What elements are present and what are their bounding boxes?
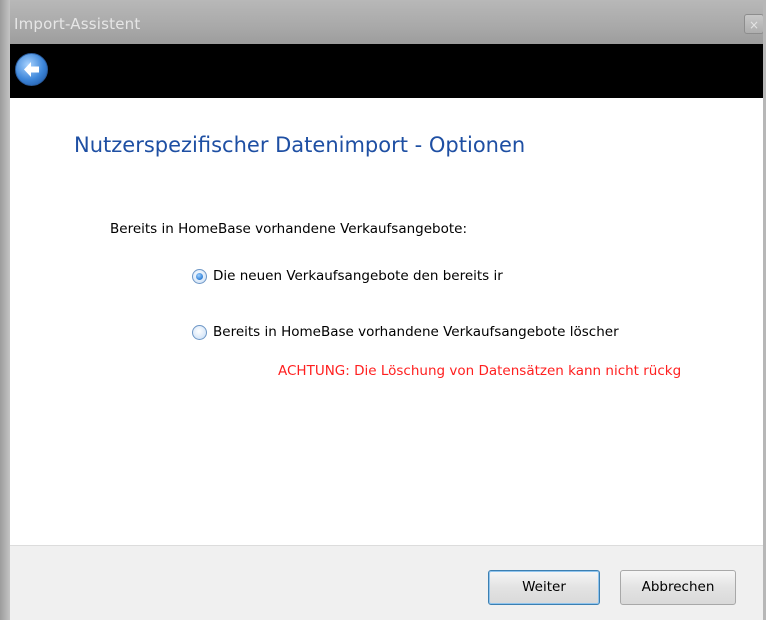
navigation-bar (10, 44, 763, 98)
window-title: Import-Assistent (14, 15, 141, 33)
import-wizard-window: Import-Assistent × Nutzerspezifischer Da… (0, 0, 766, 620)
option-merge-label: Die neuen Verkaufsangebote den bereits i… (213, 268, 503, 284)
back-button[interactable] (15, 53, 48, 86)
existing-offers-label: Bereits in HomeBase vorhandene Verkaufsa… (110, 221, 468, 237)
next-button[interactable]: Weiter (488, 570, 600, 605)
page-title: Nutzerspezifischer Datenimport - Optione… (74, 133, 526, 157)
option-delete-label: Bereits in HomeBase vorhandene Verkaufsa… (213, 324, 619, 340)
cancel-button[interactable]: Abbrechen (620, 570, 736, 605)
window-frame-left (0, 0, 10, 620)
wizard-content: Nutzerspezifischer Datenimport - Optione… (10, 98, 763, 545)
radio-button-checked[interactable] (192, 268, 207, 284)
option-merge-offers[interactable]: Die neuen Verkaufsangebote den bereits i… (192, 268, 503, 284)
option-delete-offers[interactable]: Bereits in HomeBase vorhandene Verkaufsa… (192, 324, 619, 340)
arrow-left-icon (24, 62, 39, 77)
close-button[interactable]: × (744, 14, 764, 34)
deletion-warning-text: ACHTUNG: Die Löschung von Datensätzen ka… (278, 363, 682, 379)
wizard-footer: Weiter Abbrechen (10, 545, 763, 620)
radio-button-unchecked[interactable] (192, 324, 207, 340)
title-bar[interactable]: Import-Assistent × (0, 0, 766, 44)
